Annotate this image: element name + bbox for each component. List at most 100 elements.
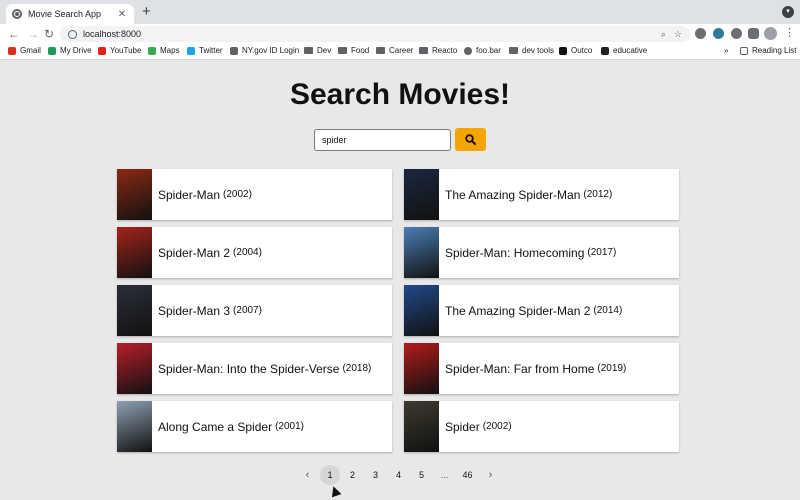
outco-icon [559, 46, 567, 55]
movie-card[interactable]: Spider-Man: Homecoming (2017) [404, 227, 679, 278]
profile-avatar-icon[interactable] [764, 27, 777, 40]
bookmark-folder-food[interactable]: Food [338, 46, 369, 55]
movie-year: (2017) [587, 247, 617, 258]
movie-poster [404, 401, 439, 452]
page-ellipsis: ... [440, 470, 449, 480]
page-button-1[interactable]: 1 [320, 465, 340, 485]
page-heading: Search Movies! [289, 78, 511, 111]
search-icon [465, 134, 476, 145]
bookmark-gmail[interactable]: Gmail [8, 46, 41, 55]
movie-poster [404, 169, 439, 220]
close-tab-icon[interactable]: ✕ [116, 9, 128, 20]
browser-menu-icon[interactable]: ⋮ [784, 26, 795, 39]
globe-icon [12, 9, 22, 19]
extensions-puzzle-icon[interactable] [748, 28, 759, 39]
movie-title: Spider-Man 3 [158, 303, 231, 318]
movie-year: (2007) [233, 305, 262, 316]
movie-title: Spider-Man: Far from Home [445, 361, 595, 376]
prev-page-button[interactable]: ‹ [296, 465, 319, 485]
movie-card[interactable]: Spider (2002) [404, 401, 679, 452]
bookmark-my-drive[interactable]: My Drive [48, 46, 92, 55]
bookmark-outco[interactable]: Outco [559, 46, 592, 55]
movie-poster [117, 169, 152, 220]
bookmark-foobar[interactable]: foo.bar [464, 46, 501, 55]
more-bookmarks-button[interactable]: » [724, 46, 728, 55]
bookmark-twitter[interactable]: Twitter [187, 46, 223, 55]
bookmark-educative[interactable]: educative [601, 46, 647, 55]
movie-year: (2018) [342, 363, 372, 374]
movie-poster [117, 343, 152, 394]
drive-icon [48, 46, 56, 55]
youtube-icon [98, 46, 106, 55]
movie-poster [117, 285, 152, 336]
page-button-4[interactable]: 4 [387, 465, 410, 485]
movie-year: (2002) [223, 189, 252, 200]
reading-list-button[interactable]: Reading List [740, 46, 796, 55]
bookmark-maps[interactable]: Maps [148, 46, 180, 55]
movie-year: (2012) [583, 189, 613, 200]
movie-title: The Amazing Spider-Man [445, 187, 581, 202]
bookmark-nygov[interactable]: NY.gov ID Login [230, 46, 299, 55]
new-tab-button[interactable]: + [142, 4, 151, 20]
movie-year: (2014) [593, 305, 623, 316]
url-text: localhost:8000 [83, 29, 142, 39]
movie-poster [117, 227, 152, 278]
folder-icon [376, 47, 385, 54]
forward-button[interactable]: → [27, 26, 39, 42]
gmail-icon [8, 46, 16, 55]
bookmark-folder-dev-tools[interactable]: dev tools [509, 46, 554, 55]
movie-poster [117, 401, 152, 452]
tab-search-icon[interactable]: ▾ [782, 6, 794, 18]
movie-title: Spider-Man: Homecoming [445, 245, 585, 260]
bookmark-folder-reacto[interactable]: Reacto [419, 46, 457, 55]
browser-tab[interactable]: Movie Search App ✕ [6, 4, 134, 24]
movie-card[interactable]: The Amazing Spider-Man (2012) [404, 169, 679, 220]
movie-card[interactable]: Spider-Man: Far from Home (2019) [404, 343, 679, 394]
page-button-46[interactable]: 46 [456, 465, 479, 485]
movie-title: Spider-Man 2 [158, 245, 231, 260]
movie-year: (2019) [597, 363, 627, 374]
educative-icon [601, 46, 609, 55]
document-icon [230, 46, 238, 55]
back-button[interactable]: ← [8, 26, 20, 42]
extension-icon[interactable] [713, 28, 724, 39]
next-page-button[interactable]: › [479, 465, 502, 485]
movie-card[interactable]: Spider-Man: Into the Spider-Verse (2018) [117, 343, 392, 394]
movie-poster [404, 227, 439, 278]
bookmark-folder-dev[interactable]: Dev [304, 46, 331, 55]
zoom-icon[interactable]: ⌕ [661, 29, 666, 40]
tab-title: Movie Search App [28, 9, 102, 19]
movie-poster [404, 343, 439, 394]
movie-card[interactable]: Spider-Man (2002) [117, 169, 392, 220]
reading-list-icon [740, 46, 748, 55]
site-info-icon[interactable] [68, 29, 77, 39]
movie-title: Spider-Man [158, 187, 221, 202]
movie-title: Along Came a Spider [158, 419, 273, 434]
search-input[interactable] [314, 129, 451, 151]
folder-icon [338, 47, 347, 54]
bookmark-youtube[interactable]: YouTube [98, 46, 141, 55]
wordpress-extension-icon[interactable] [731, 28, 742, 39]
search-button[interactable] [455, 128, 486, 151]
folder-icon [509, 47, 518, 54]
movie-title: Spider-Man: Into the Spider-Verse [158, 361, 340, 376]
movie-year: (2002) [482, 421, 512, 432]
pagination: ‹ 1 2 3 4 5 ... 46 › [296, 465, 502, 485]
address-bar[interactable]: localhost:8000 ⌕ ☆ [60, 26, 690, 42]
page-button-5[interactable]: 5 [410, 465, 433, 485]
extension-mic-icon[interactable] [695, 28, 706, 39]
tab-strip: Movie Search App ✕ + ▾ [0, 0, 800, 24]
movie-card[interactable]: Spider-Man 2 (2004) [117, 227, 392, 278]
page-button-2[interactable]: 2 [341, 465, 364, 485]
page-button-3[interactable]: 3 [364, 465, 387, 485]
bookmark-star-icon[interactable]: ☆ [674, 29, 682, 40]
bookmarks-bar: Gmail My Drive YouTube Maps Twitter NY.g… [0, 44, 800, 60]
bookmark-folder-career[interactable]: Career [376, 46, 413, 55]
movie-year: (2001) [275, 421, 304, 432]
folder-icon [304, 47, 313, 54]
movie-card[interactable]: Spider-Man 3 (2007) [117, 285, 392, 336]
movie-card[interactable]: Along Came a Spider (2001) [117, 401, 392, 452]
reload-button[interactable]: ↻ [44, 26, 54, 42]
movie-year: (2004) [233, 247, 262, 258]
movie-card[interactable]: The Amazing Spider-Man 2 (2014) [404, 285, 679, 336]
